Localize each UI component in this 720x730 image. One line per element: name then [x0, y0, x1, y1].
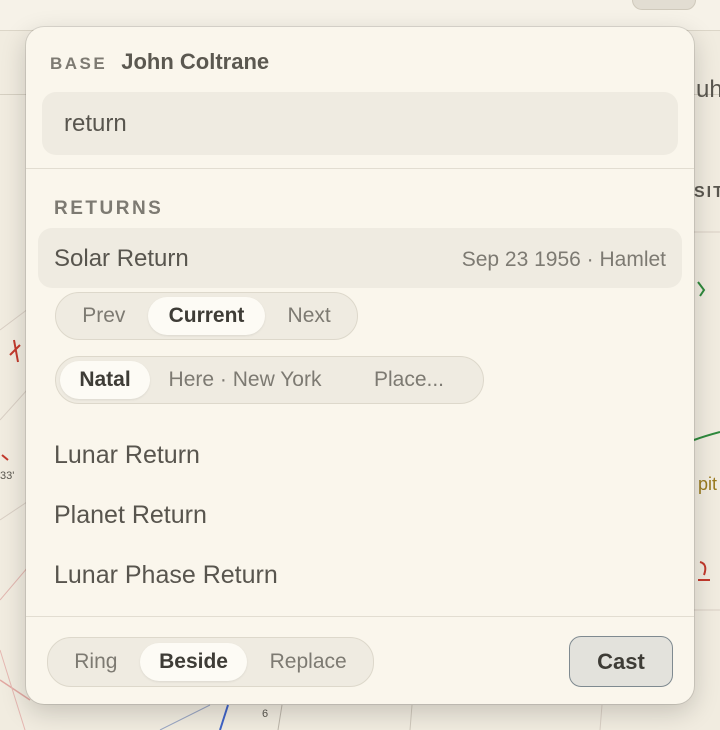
background-heading-fragment: SIT	[694, 184, 720, 201]
header-divider	[26, 168, 694, 169]
segment-current[interactable]: Current	[147, 297, 266, 335]
background-degree-fragment: 33'	[0, 470, 15, 482]
location-segmented-control: Natal Here · New York Place...	[55, 356, 484, 404]
segment-ring[interactable]: Ring	[52, 643, 140, 681]
search-field[interactable]	[42, 92, 678, 155]
segment-next[interactable]: Next	[265, 297, 353, 335]
background-chart-number: 6	[262, 708, 269, 720]
base-chart-name[interactable]: John Coltrane	[121, 49, 269, 75]
list-item-meta: Sep 23 1956 · Hamlet	[461, 248, 666, 271]
returns-popover: BASE John Coltrane RETURNS Solar Return …	[26, 27, 694, 704]
list-item-planet-return[interactable]: Planet Return	[54, 501, 207, 530]
footer-divider	[26, 616, 694, 617]
segment-place[interactable]: Place...	[340, 361, 478, 399]
section-title-returns: RETURNS	[54, 198, 164, 219]
list-item-lunar-phase-return[interactable]: Lunar Phase Return	[54, 561, 278, 590]
list-item-lunar-return[interactable]: Lunar Return	[54, 441, 200, 470]
background-label-fragment: pit	[698, 474, 718, 494]
segment-beside[interactable]: Beside	[139, 643, 248, 681]
list-item-solar-return[interactable]: Solar Return Sep 23 1956 · Hamlet	[38, 228, 682, 288]
segment-here-location[interactable]: Here · New York	[150, 361, 340, 399]
segment-natal[interactable]: Natal	[60, 361, 150, 399]
segment-replace[interactable]: Replace	[247, 643, 369, 681]
search-input[interactable]	[64, 110, 644, 138]
base-header: BASE John Coltrane	[50, 49, 269, 75]
segment-prev[interactable]: Prev	[60, 297, 148, 335]
base-label: BASE	[50, 54, 108, 73]
cast-button[interactable]: Cast	[569, 636, 673, 687]
background-tab-fragment: uh	[696, 76, 720, 103]
time-segmented-control: Prev Current Next	[55, 292, 358, 340]
list-item-title: Solar Return	[54, 245, 189, 272]
display-mode-segmented-control: Ring Beside Replace	[47, 637, 374, 687]
